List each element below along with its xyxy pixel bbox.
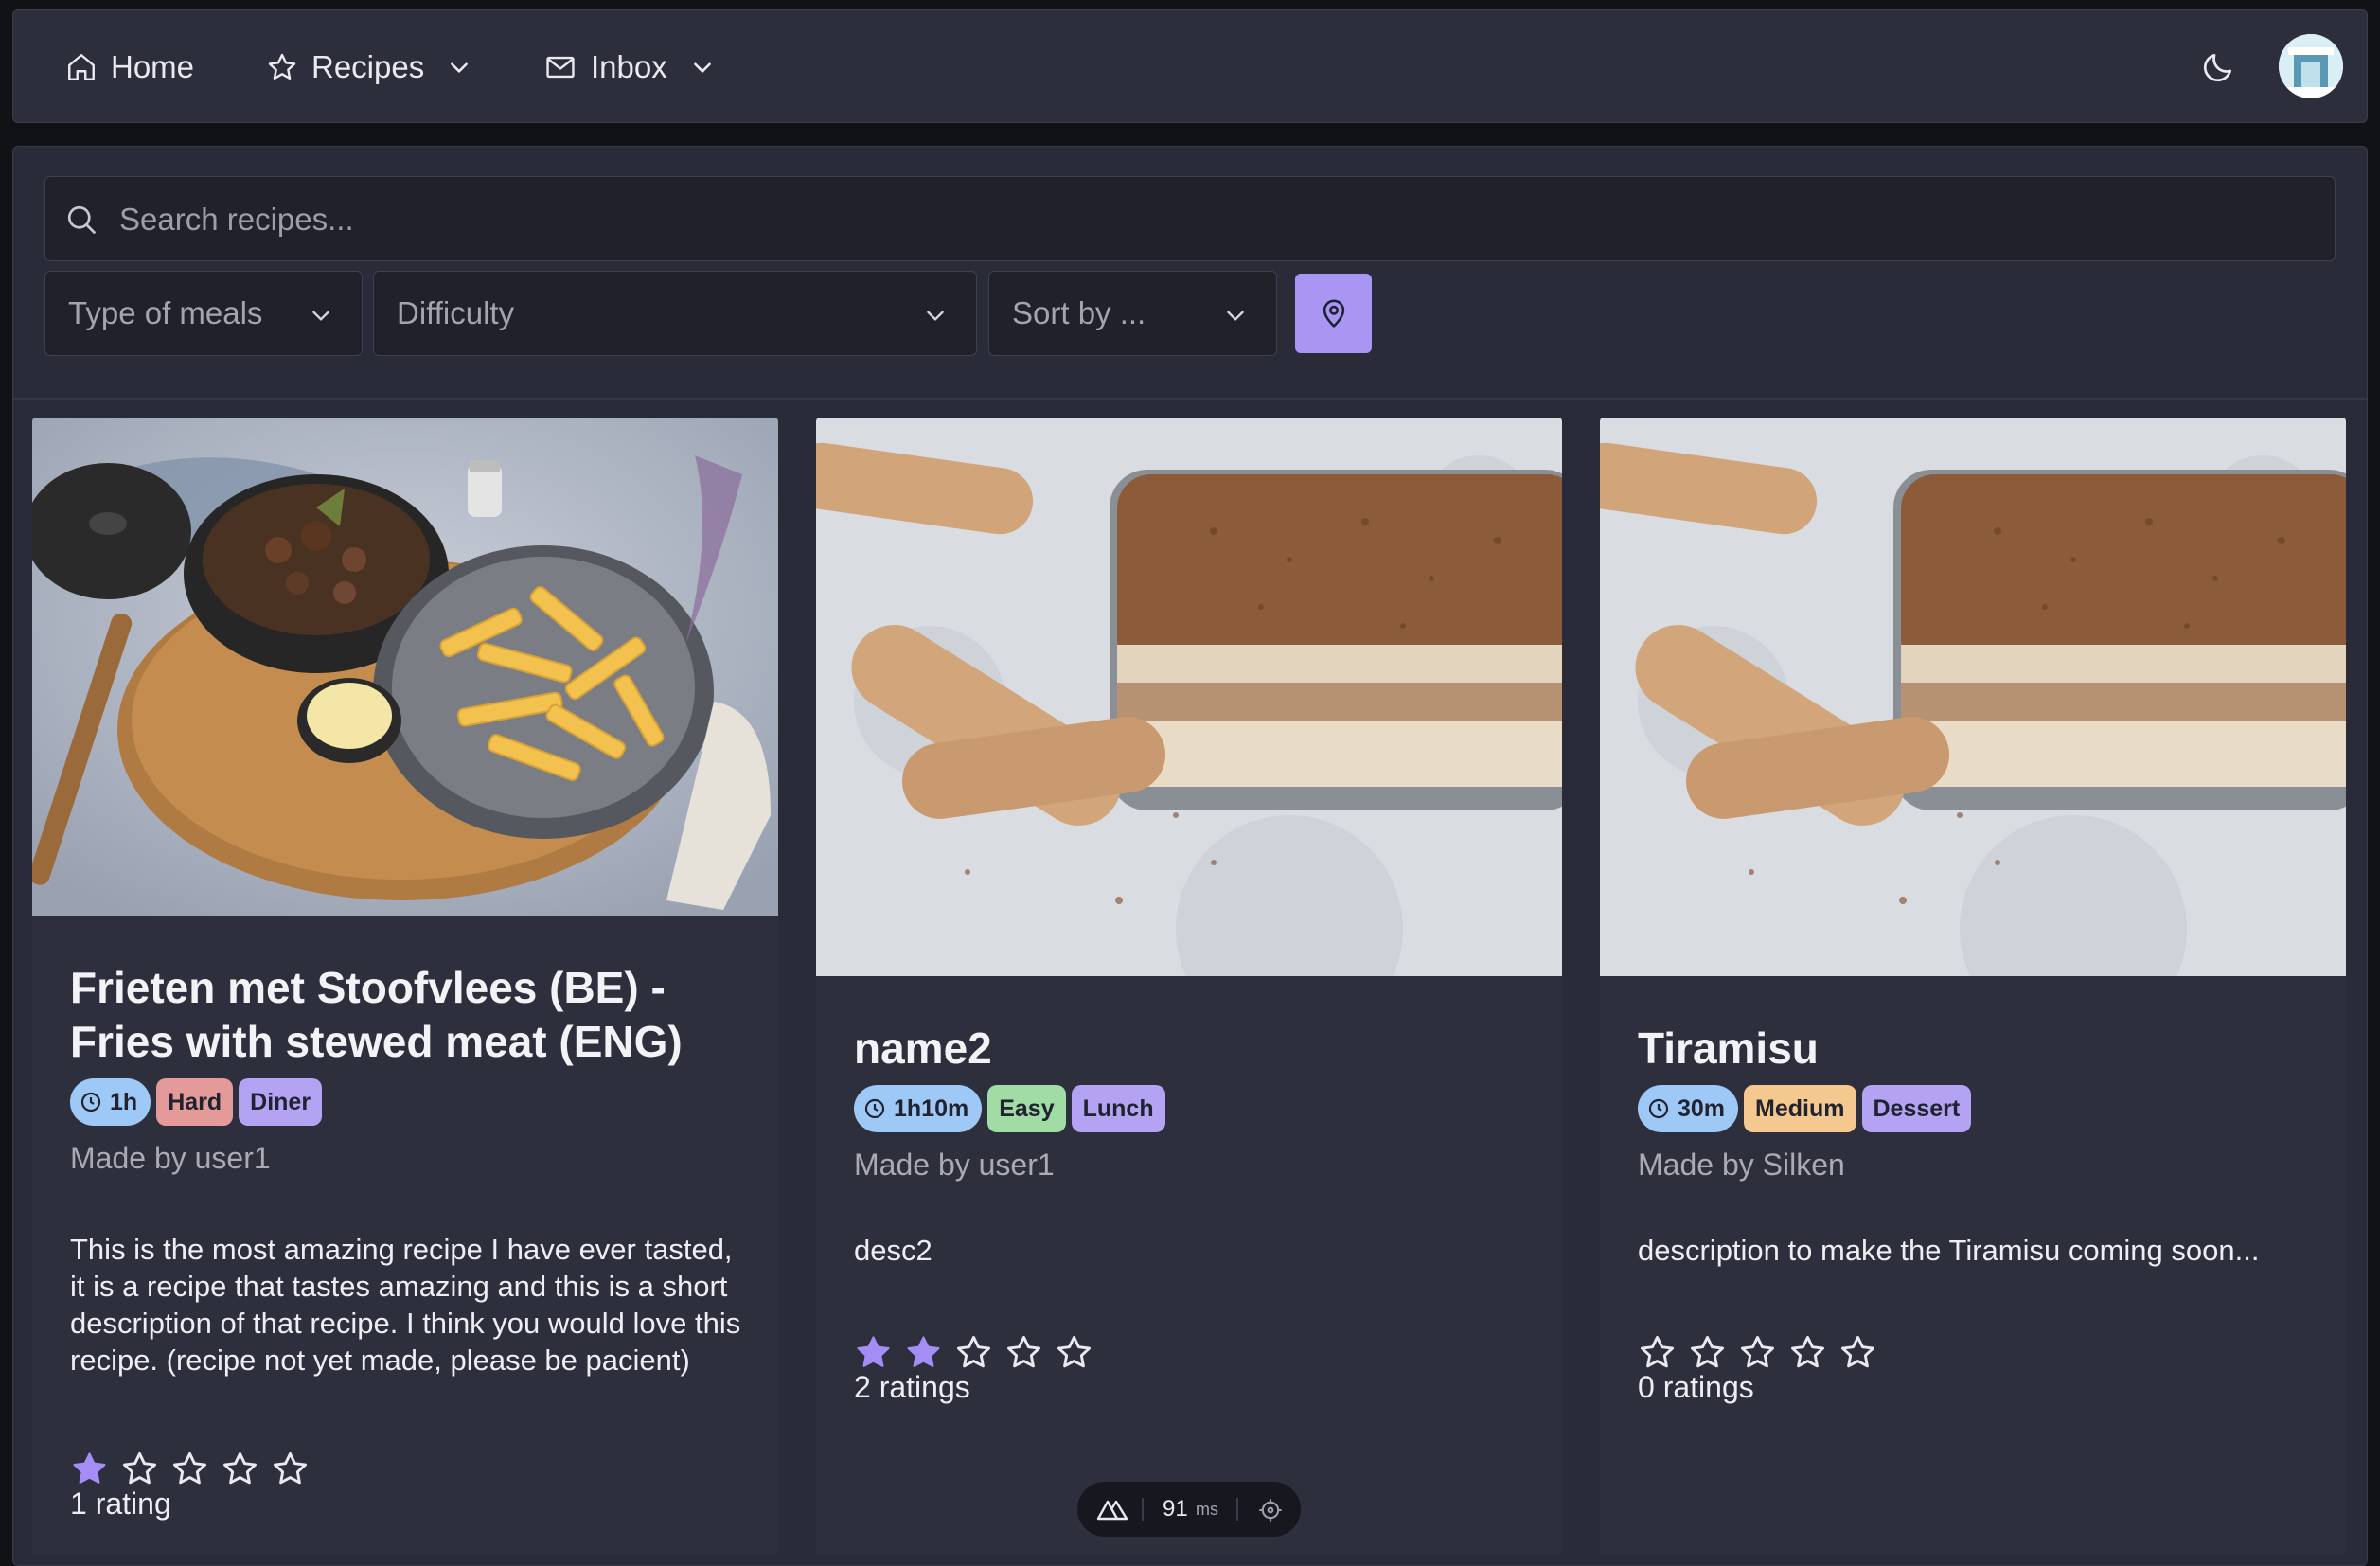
difficulty-select-value: Difficulty [397,295,515,330]
map-pin-icon [1323,299,1344,328]
divider [13,398,2367,400]
nav-inbox-label: Inbox [591,49,667,84]
recipe-description: This is the most amazing recipe I have e… [70,1233,741,1377]
star-outline-icon[interactable] [1788,1333,1827,1372]
star-outline-icon[interactable] [271,1450,310,1488]
rating-count: 1 rating [70,1486,171,1521]
clock-icon [864,1098,885,1119]
nav-home[interactable]: Home [65,10,194,124]
recipe-title: Frieten met Stoofvlees (BE) - Fries with… [70,963,683,1066]
nav-inbox-dropdown[interactable]: Inbox [543,10,715,124]
recipe-card-body: Frieten met Stoofvlees (BE) - Fries with… [70,961,750,1522]
difficulty-badge: Medium [1744,1085,1856,1132]
recipe-badges: 1h Hard Diner [70,1078,750,1126]
star-outline-icon[interactable] [221,1450,259,1488]
star-outline-icon[interactable] [170,1450,209,1488]
devtools-pill[interactable]: 91 ms [1077,1482,1301,1537]
avatar-image [2279,34,2343,98]
recipe-badges: 30m Medium Dessert [1638,1085,2318,1132]
rating-stars[interactable] [70,1450,750,1488]
recipe-image-tiramisu [816,418,1562,976]
rating-stars[interactable] [854,1333,1534,1372]
recipe-author: Made by Silken [1638,1148,1845,1182]
star-filled-icon[interactable] [854,1333,893,1372]
recipe-author: Made by user1 [854,1148,1055,1182]
category-badge: Lunch [1071,1085,1165,1132]
star-filled-icon[interactable] [904,1333,943,1372]
top-navbar: Home Recipes Inbox [12,9,2368,123]
user-avatar[interactable] [2279,34,2343,98]
chevron-down-icon [312,311,329,321]
theme-toggle-button[interactable] [2193,42,2244,93]
recipe-card[interactable]: name2 1h10m Easy Lunch Made by user1 des… [816,418,1562,1555]
category-badge: Diner [239,1078,323,1126]
separator [1142,1498,1144,1521]
rating-stars[interactable] [1638,1333,2318,1372]
render-time-unit: ms [1196,1500,1218,1519]
star-icon [268,53,296,80]
difficulty-badge: Hard [156,1078,234,1126]
recipe-card-body: name2 1h10m Easy Lunch Made by user1 des… [854,1022,1534,1405]
recipe-card-body: Tiramisu 30m Medium Dessert Made by Silk… [1638,1022,2318,1405]
chevron-down-icon [1227,311,1244,321]
recipe-author: Made by user1 [70,1141,271,1175]
difficulty-select[interactable]: Difficulty [373,271,977,356]
time-badge: 1h10m [854,1085,983,1132]
time-badge-label: 1h10m [894,1094,969,1122]
mail-icon [546,56,575,79]
rating-count: 2 ratings [854,1370,970,1404]
star-outline-icon[interactable] [1638,1333,1677,1372]
star-outline-icon[interactable] [1738,1333,1777,1372]
render-time-value: 91 [1163,1496,1188,1522]
home-icon [68,54,95,80]
chevron-down-icon [693,62,711,73]
time-badge: 30m [1638,1085,1739,1132]
recipe-badges: 1h10m Easy Lunch [854,1085,1534,1132]
time-badge-label: 1h [110,1088,138,1115]
clock-icon [80,1092,101,1112]
recipe-image-tiramisu [1600,418,2346,976]
star-filled-icon[interactable] [70,1450,109,1488]
search-input[interactable] [117,177,2299,262]
difficulty-badge: Easy [987,1085,1066,1132]
star-outline-icon[interactable] [954,1333,993,1372]
nav-home-label: Home [111,49,195,84]
meal-type-select[interactable]: Type of meals [44,271,363,356]
separator [1236,1498,1238,1521]
chevron-down-icon [927,311,944,321]
time-badge-label: 30m [1678,1094,1726,1122]
sort-select[interactable]: Sort by ... [988,271,1277,356]
clock-icon [1648,1098,1669,1119]
nav-recipes-label: Recipes [311,49,425,84]
sort-select-value: Sort by ... [1012,295,1146,330]
star-outline-icon[interactable] [1004,1333,1043,1372]
recipe-title: name2 [854,1023,992,1073]
recipe-description: desc2 [854,1234,932,1267]
search-bar[interactable] [44,176,2336,262]
meal-type-select-value: Type of meals [68,295,263,330]
moon-icon [2203,53,2232,82]
recipe-image-fries-stew [32,418,778,916]
recipe-description: description to make the Tiramisu coming … [1638,1234,2260,1267]
time-badge: 1h [70,1078,151,1126]
recipe-card[interactable]: Tiramisu 30m Medium Dessert Made by Silk… [1600,418,2346,1555]
star-outline-icon[interactable] [1055,1333,1093,1372]
search-icon [67,205,96,234]
star-outline-icon[interactable] [1838,1333,1877,1372]
category-badge: Dessert [1861,1085,1972,1132]
nuxt-logo-icon [1096,1500,1128,1521]
recipe-title: Tiramisu [1638,1023,1819,1073]
chevron-down-icon [451,62,469,73]
recipe-card[interactable]: Frieten met Stoofvlees (BE) - Fries with… [32,418,778,1555]
target-icon [1259,1499,1282,1522]
nav-recipes-dropdown[interactable]: Recipes [266,10,471,124]
location-filter-button[interactable] [1295,274,1372,353]
star-outline-icon[interactable] [120,1450,159,1488]
star-outline-icon[interactable] [1688,1333,1727,1372]
rating-count: 0 ratings [1638,1370,1754,1404]
